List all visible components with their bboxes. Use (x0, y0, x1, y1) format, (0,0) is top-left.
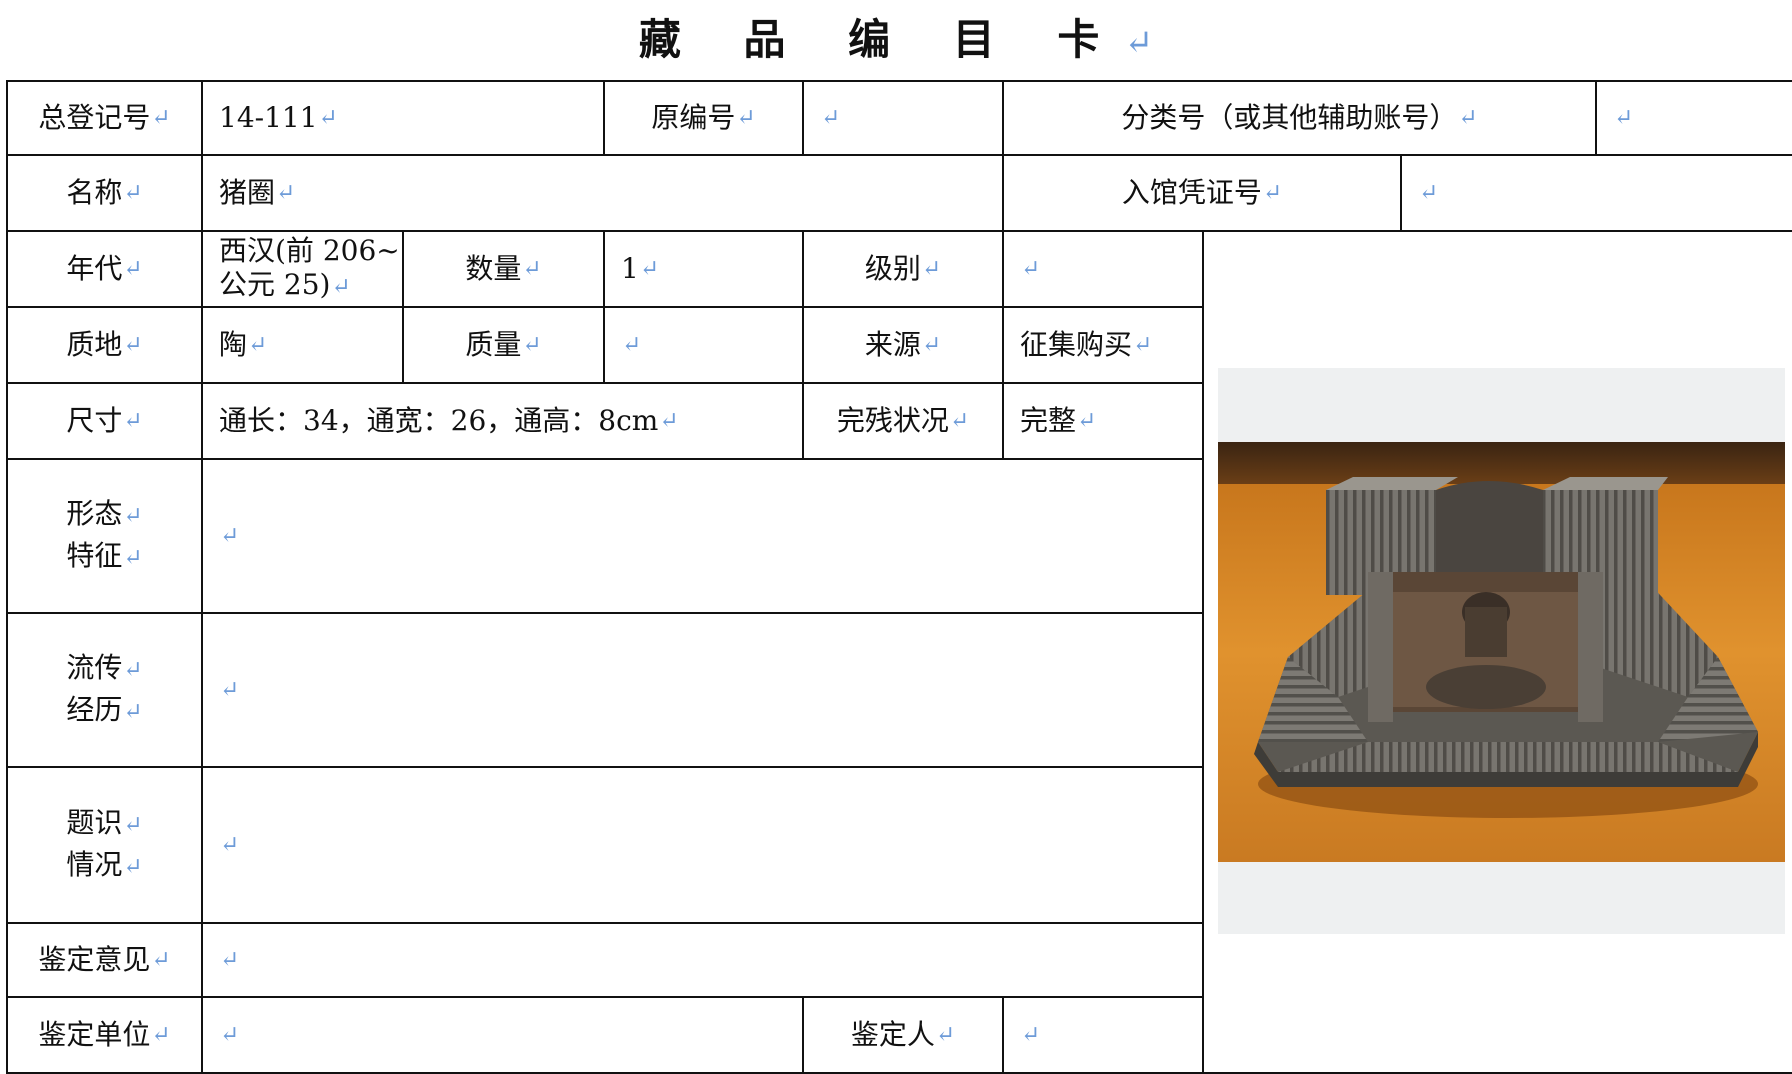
card-title: 藏 品 编 目 卡↵ (638, 15, 1154, 64)
pig-pen-image (1218, 442, 1785, 862)
value-material: 陶 ↵ (219, 328, 268, 361)
label-source: 来源 ↵ (864, 328, 942, 361)
label-shape-line1: 形态↵ (66, 497, 143, 530)
label-grade: 级别 ↵ (864, 252, 942, 285)
col-line-photo-left (1202, 230, 1204, 1074)
label-class-no: 分类号（或其他辅助账号） ↵ (1121, 101, 1478, 134)
label-inscription: 题识↵ 情况↵ (8, 768, 201, 922)
label-shape-line2: 特征↵ (66, 539, 143, 572)
label-original-no: 原编号 ↵ (651, 101, 756, 134)
value-original-no: ↵ (821, 105, 841, 131)
value-class-no: ↵ (1614, 105, 1634, 131)
value-mass: ↵ (622, 332, 642, 358)
value-grade: ↵ (1021, 256, 1041, 282)
value-era-line2: 公元 25)↵ (219, 268, 351, 301)
label-name: 名称 ↵ (66, 176, 143, 209)
label-entry-voucher-no: 入馆凭证号 ↵ (1121, 176, 1283, 209)
value-shape-features: ↵ (220, 523, 240, 549)
label-shape-features: 形态↵ 特征↵ (8, 460, 201, 612)
value-source: 征集购买 ↵ (1020, 328, 1153, 361)
label-inscription-line1: 题识↵ (66, 806, 143, 839)
label-quantity: 数量 ↵ (465, 252, 542, 285)
label-provenance: 流传↵ 经历↵ (8, 614, 201, 766)
value-era: 西汉(前 206~ 公元 25)↵ (203, 232, 402, 306)
value-entry-voucher-no: ↵ (1419, 180, 1439, 206)
photo-top-band (1218, 442, 1785, 484)
label-era: 年代 ↵ (66, 252, 143, 285)
label-material: 质地 ↵ (66, 328, 143, 361)
label-provenance-line1: 流传↵ (66, 651, 143, 684)
label-appraisal-unit: 鉴定单位 ↵ (38, 1018, 171, 1051)
value-condition: 完整 ↵ (1020, 404, 1097, 437)
value-era-line1: 西汉(前 206~ (219, 234, 400, 267)
label-inscription-line2: 情况↵ (66, 848, 143, 881)
value-dimensions: 通长：34，通宽：26，通高：8cm ↵ (219, 404, 679, 437)
label-total-reg-no: 总登记号 ↵ (38, 101, 171, 134)
value-name: 猪圈 ↵ (219, 176, 296, 209)
value-provenance: ↵ (220, 677, 240, 703)
label-condition: 完残状况 ↵ (836, 404, 970, 437)
label-mass: 质量 ↵ (465, 328, 542, 361)
value-quantity: 1 ↵ (621, 252, 660, 285)
value-total-reg-no: 14-111 ↵ (219, 101, 338, 134)
label-appraiser: 鉴定人 ↵ (850, 1018, 956, 1051)
value-appraisal-opinion: ↵ (220, 947, 240, 973)
label-dimensions: 尺寸 ↵ (66, 404, 143, 437)
value-appraisal-unit: ↵ (220, 1022, 240, 1048)
label-appraisal-opinion: 鉴定意见 ↵ (38, 943, 171, 976)
artifact-photo (1218, 442, 1785, 862)
value-appraiser: ↵ (1021, 1022, 1041, 1048)
label-provenance-line2: 经历↵ (66, 693, 143, 726)
value-inscription: ↵ (220, 832, 240, 858)
